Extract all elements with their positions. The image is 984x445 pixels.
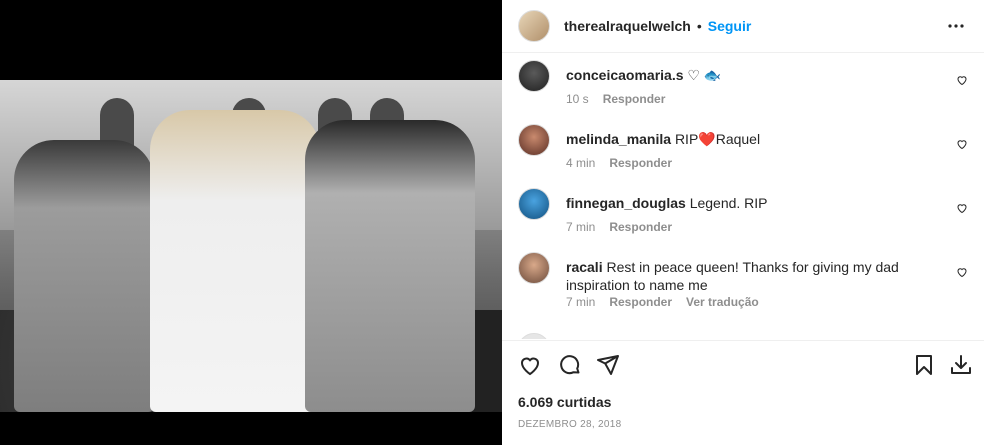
author-username[interactable]: therealraquelwelch (564, 18, 691, 34)
comment-time: 4 min (566, 156, 596, 170)
post-media (0, 0, 502, 445)
reply-button[interactable]: Responder (609, 295, 672, 309)
likes-count[interactable]: 6.069 curtidas (518, 394, 611, 410)
comment-time: 7 min (566, 295, 596, 309)
comment-body: finnegan_douglas Legend. RIP (566, 194, 946, 212)
photo-man-left (14, 140, 154, 412)
photo-man-right (305, 120, 475, 412)
comment-item: racali Rest in peace queen! Thanks for g… (518, 252, 968, 332)
reply-button[interactable]: Responder (609, 156, 672, 170)
comment-text: ♡ 🐟 (687, 67, 722, 83)
comments-list[interactable]: conceicaomaria.s ♡ 🐟 10 s Responder melin… (502, 53, 984, 339)
commenter-avatar[interactable] (518, 188, 550, 220)
heart-icon[interactable] (518, 353, 542, 377)
author-avatar[interactable] (518, 10, 550, 42)
comment-body: racali Rest in peace queen! Thanks for g… (566, 258, 946, 294)
follow-button[interactable]: Seguir (708, 18, 752, 34)
photo-arch (100, 98, 134, 146)
heart-icon[interactable] (956, 138, 968, 150)
comment-text: Rest in peace queen! Thanks for giving m… (566, 259, 899, 293)
commenter-username[interactable]: racali (566, 259, 603, 275)
paper-plane-icon[interactable] (596, 353, 620, 377)
comment-item-partial (518, 333, 968, 339)
heart-icon[interactable] (956, 202, 968, 214)
comment-text: Legend. RIP (689, 195, 768, 211)
heart-icon[interactable] (956, 266, 968, 278)
post-panel: therealraquelwelch • Seguir conceicaomar… (502, 0, 984, 445)
more-horizontal-icon[interactable] (944, 14, 968, 38)
photo-woman-center (150, 110, 320, 412)
commenter-username[interactable]: finnegan_douglas (566, 195, 686, 211)
comment-item: finnegan_douglas Legend. RIP 7 min Respon… (518, 188, 968, 248)
commenter-avatar[interactable] (518, 252, 550, 284)
comment-body: conceicaomaria.s ♡ 🐟 (566, 66, 946, 84)
translate-button[interactable]: Ver tradução (686, 295, 759, 309)
reply-button[interactable]: Responder (609, 220, 672, 234)
comment-meta: 7 min Responder Ver tradução (566, 295, 773, 309)
commenter-avatar[interactable] (518, 60, 550, 92)
download-icon[interactable] (949, 353, 973, 377)
commenter-avatar[interactable] (518, 333, 550, 339)
commenter-username[interactable]: melinda_manila (566, 131, 671, 147)
heart-icon[interactable] (956, 74, 968, 86)
comment-text: RIP❤️Raquel (674, 131, 761, 147)
comment-item: conceicaomaria.s ♡ 🐟 10 s Responder (518, 60, 968, 120)
post-photo[interactable] (0, 80, 502, 412)
comment-item: melinda_manila RIP❤️Raquel 4 min Responde… (518, 124, 968, 184)
separator-dot: • (696, 18, 702, 34)
comment-time: 10 s (566, 92, 589, 106)
commenter-username[interactable]: conceicaomaria.s (566, 67, 684, 83)
comment-meta: 7 min Responder (566, 220, 686, 234)
comment-meta: 4 min Responder (566, 156, 686, 170)
post-date: DEZEMBRO 28, 2018 (518, 419, 622, 430)
comment-bubble-icon[interactable] (558, 353, 582, 377)
reply-button[interactable]: Responder (603, 92, 666, 106)
comment-time: 7 min (566, 220, 596, 234)
comment-meta: 10 s Responder (566, 92, 679, 106)
bookmark-icon[interactable] (912, 353, 936, 377)
post-header: therealraquelwelch • Seguir (502, 0, 984, 53)
comment-body: melinda_manila RIP❤️Raquel (566, 130, 946, 148)
commenter-avatar[interactable] (518, 124, 550, 156)
post-actions (502, 340, 984, 391)
